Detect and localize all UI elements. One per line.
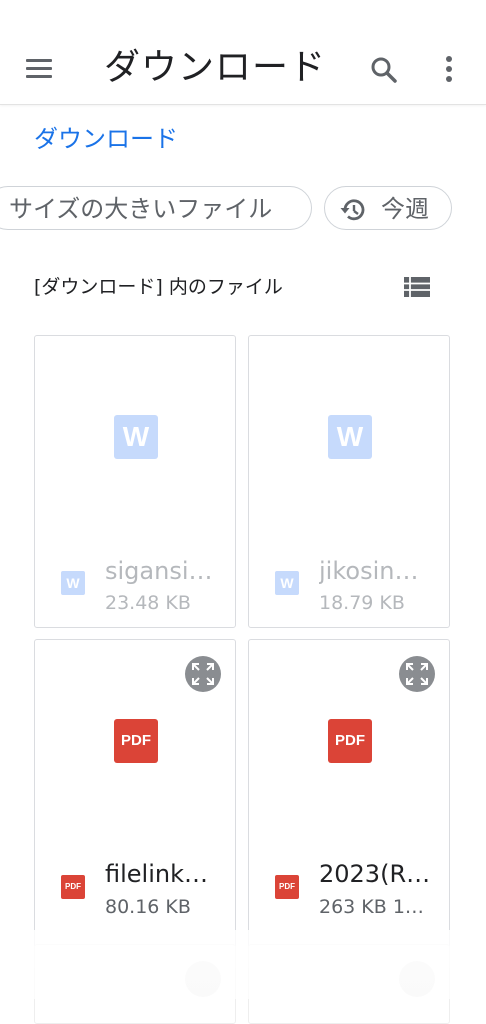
page-title: ダウンロード bbox=[104, 47, 327, 88]
file-card[interactable]: PDF PDF 2023(R… 263 KB 1… bbox=[248, 639, 450, 959]
file-name: filelink… bbox=[105, 860, 208, 888]
word-file-icon: W bbox=[61, 571, 85, 595]
file-card[interactable]: W W sigansi… 23.48 KB bbox=[34, 335, 236, 628]
file-size: 18.79 KB bbox=[319, 592, 405, 614]
pdf-file-icon: PDF bbox=[328, 719, 372, 763]
expand-icon[interactable] bbox=[185, 961, 221, 997]
file-name: sigansi… bbox=[105, 557, 213, 585]
file-card[interactable]: PDF PDF filelink… 80.16 KB bbox=[34, 639, 236, 959]
word-file-icon: W bbox=[275, 571, 299, 595]
expand-icon[interactable] bbox=[185, 656, 221, 692]
chip-this-week[interactable]: 今週 bbox=[324, 186, 452, 230]
file-size: 80.16 KB bbox=[105, 896, 191, 918]
pdf-file-icon: PDF bbox=[275, 875, 299, 899]
expand-icon[interactable] bbox=[399, 656, 435, 692]
filter-chips: サイズの大きいファイル 今週 bbox=[0, 186, 486, 232]
app-bar: ダウンロード bbox=[0, 0, 486, 105]
file-card[interactable]: W W jikosin… 18.79 KB bbox=[248, 335, 450, 628]
file-card[interactable] bbox=[34, 944, 236, 1024]
menu-icon[interactable] bbox=[22, 54, 58, 84]
list-view-icon[interactable] bbox=[400, 272, 434, 302]
file-name: 2023(R… bbox=[319, 860, 431, 888]
more-vert-icon[interactable] bbox=[436, 52, 462, 88]
word-file-icon: W bbox=[114, 415, 158, 459]
chip-this-week-label: 今週 bbox=[381, 195, 429, 223]
file-name: jikosin… bbox=[319, 557, 419, 585]
pdf-file-icon: PDF bbox=[114, 719, 158, 763]
search-icon[interactable] bbox=[366, 52, 402, 88]
chip-large-files-label: サイズの大きいファイル bbox=[9, 195, 273, 223]
expand-icon[interactable] bbox=[399, 961, 435, 997]
chip-large-files[interactable]: サイズの大きいファイル bbox=[0, 186, 312, 230]
section-title: [ダウンロード] 内のファイル bbox=[34, 276, 283, 298]
pdf-file-icon: PDF bbox=[61, 875, 85, 899]
file-size: 23.48 KB bbox=[105, 592, 191, 614]
history-icon bbox=[340, 199, 365, 221]
file-size: 263 KB 1… bbox=[319, 896, 424, 918]
breadcrumb[interactable]: ダウンロード bbox=[34, 122, 178, 156]
file-card[interactable] bbox=[248, 944, 450, 1024]
word-file-icon: W bbox=[328, 415, 372, 459]
